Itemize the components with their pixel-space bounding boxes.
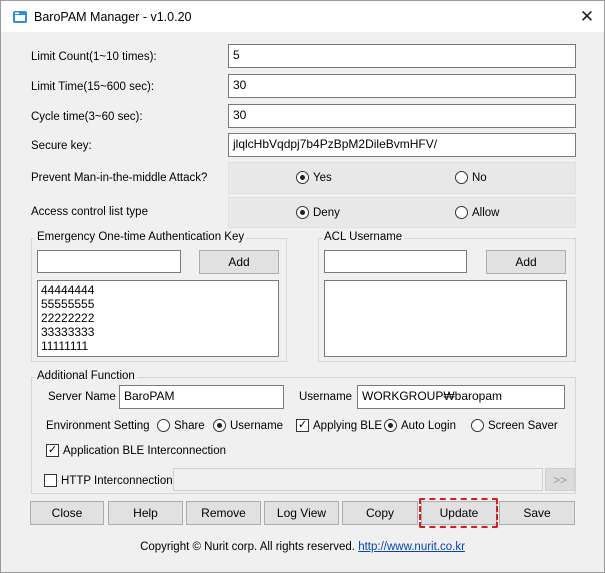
applying-ble-checkbox[interactable]: ✓ Applying BLE: [296, 419, 382, 432]
main-window: BaroPAM Manager - v1.0.20 ✕ Limit Count(…: [0, 0, 605, 573]
footer: Copyright © Nurit corp. All rights reser…: [1, 541, 604, 553]
cycle-time-label: Cycle time(3~60 sec):: [31, 111, 143, 123]
http-checkbox[interactable]: HTTP Interconnection: [44, 474, 173, 487]
acl-username-title: ACL Username: [322, 231, 405, 243]
additional-function-title: Additional Function: [35, 370, 137, 382]
title-bar: BaroPAM Manager - v1.0.20 ✕: [1, 1, 604, 32]
mitm-no-label: No: [472, 171, 487, 184]
log-view-button[interactable]: Log View: [264, 501, 339, 525]
save-button[interactable]: Save: [499, 501, 575, 525]
http-more-button[interactable]: >>: [545, 468, 575, 491]
radio-unselected-icon: [471, 419, 484, 432]
acl-deny-radio[interactable]: Deny: [296, 206, 340, 219]
website-link[interactable]: http://www.nurit.co.kr: [358, 541, 465, 553]
list-item[interactable]: 22222222: [41, 311, 275, 325]
radio-unselected-icon: [455, 206, 468, 219]
mitm-yes-label: Yes: [313, 171, 332, 184]
list-item[interactable]: 55555555: [41, 297, 275, 311]
remove-button[interactable]: Remove: [186, 501, 261, 525]
checkbox-checked-icon: ✓: [46, 444, 59, 457]
app-ble-checkbox[interactable]: ✓ Application BLE Interconnection: [46, 444, 226, 457]
share-label: Share: [174, 419, 205, 432]
mitm-no-radio[interactable]: No: [455, 171, 487, 184]
limit-time-input[interactable]: 30: [228, 74, 576, 98]
emergency-key-input[interactable]: [37, 250, 181, 273]
limit-count-label: Limit Count(1~10 times):: [31, 51, 157, 63]
secure-key-label: Secure key:: [31, 140, 92, 152]
radio-selected-icon: [213, 419, 226, 432]
emergency-key-title: Emergency One-time Authentication Key: [35, 231, 247, 243]
radio-unselected-icon: [157, 419, 170, 432]
list-item[interactable]: 11111111: [41, 339, 275, 353]
emergency-key-list[interactable]: 44444444 55555555 22222222 33333333 1111…: [37, 280, 279, 357]
share-radio[interactable]: Share: [157, 419, 205, 432]
secure-key-input[interactable]: jlqlcHbVqdpj7b4PzBpM2DileBvmHFV/: [228, 133, 576, 157]
checkbox-checked-icon: ✓: [296, 419, 309, 432]
screen-saver-label: Screen Saver: [488, 419, 558, 432]
copyright-text: Copyright © Nurit corp. All rights reser…: [140, 541, 355, 553]
radio-selected-icon: [384, 419, 397, 432]
username-radio-label: Username: [230, 419, 284, 432]
username-input[interactable]: WORKGROUP₩baropam: [357, 385, 565, 409]
applying-ble-label: Applying BLE: [313, 419, 383, 432]
http-label: HTTP Interconnection: [61, 474, 173, 487]
checkbox-unchecked-icon: [44, 474, 57, 487]
app-ble-label: Application BLE Interconnection: [63, 444, 227, 457]
screen-saver-radio[interactable]: Screen Saver: [471, 419, 558, 432]
auto-login-label: Auto Login: [401, 419, 456, 432]
acl-deny-label: Deny: [313, 206, 340, 219]
mitm-yes-radio[interactable]: Yes: [296, 171, 332, 184]
mitm-panel: [228, 162, 576, 194]
http-url-input[interactable]: [173, 468, 543, 491]
acl-allow-label: Allow: [472, 206, 500, 219]
radio-selected-icon: [296, 206, 309, 219]
help-button[interactable]: Help: [108, 501, 183, 525]
limit-time-label: Limit Time(15~600 sec):: [31, 81, 155, 93]
username-radio[interactable]: Username: [213, 419, 283, 432]
app-window-icon: [13, 11, 27, 23]
cycle-time-input[interactable]: 30: [228, 104, 576, 128]
acl-username-list[interactable]: [324, 280, 567, 357]
emergency-add-button[interactable]: Add: [199, 250, 279, 274]
limit-count-input[interactable]: 5: [228, 44, 576, 68]
auto-login-radio[interactable]: Auto Login: [384, 419, 456, 432]
acl-username-input[interactable]: [324, 250, 467, 273]
mitm-label: Prevent Man-in-the-middle Attack?: [31, 172, 208, 184]
list-item[interactable]: 44444444: [41, 283, 275, 297]
radio-unselected-icon: [455, 171, 468, 184]
acl-type-label: Access control list type: [31, 206, 148, 218]
copy-button[interactable]: Copy: [342, 501, 418, 525]
acl-add-button[interactable]: Add: [486, 250, 566, 274]
list-item[interactable]: 33333333: [41, 325, 275, 339]
close-button[interactable]: Close: [30, 501, 104, 525]
server-name-label: Server Name: [48, 391, 116, 403]
update-highlight: [419, 498, 498, 528]
radio-selected-icon: [296, 171, 309, 184]
window-title: BaroPAM Manager - v1.0.20: [34, 10, 192, 24]
environment-setting-label: Environment Setting: [46, 420, 150, 432]
username-label: Username: [299, 391, 353, 403]
acl-allow-radio[interactable]: Allow: [455, 206, 499, 219]
server-name-input[interactable]: BaroPAM: [119, 385, 284, 409]
close-window-icon[interactable]: ✕: [576, 6, 598, 28]
acl-type-panel: [228, 197, 576, 228]
